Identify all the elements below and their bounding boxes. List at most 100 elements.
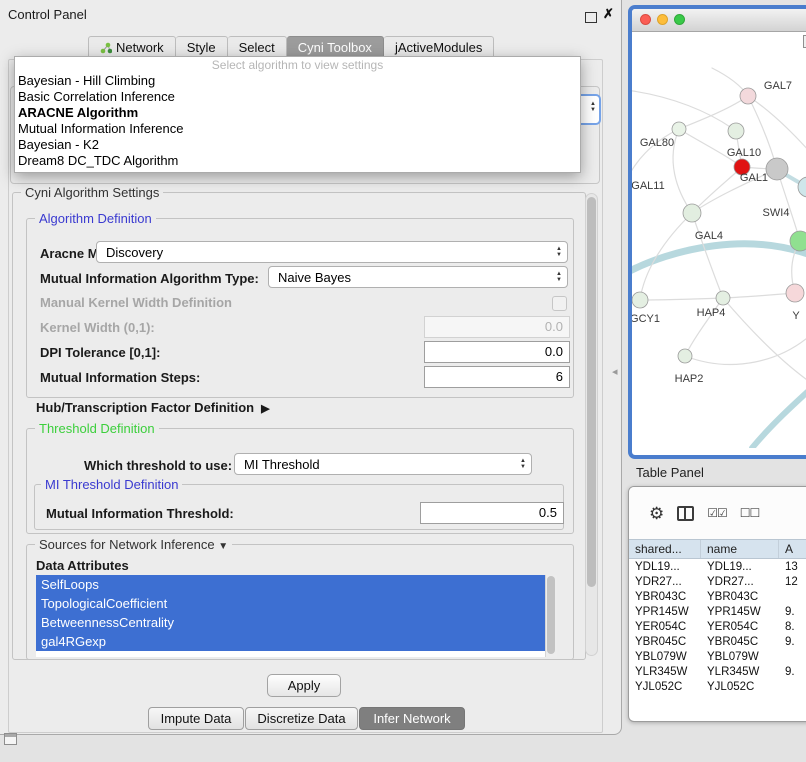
table-cell: YDR27... xyxy=(701,576,779,588)
table-body: YDL19...YDL19...13YDR27...YDR27...12YBR0… xyxy=(629,559,806,694)
sources-expander[interactable]: Sources for Network Inference ▼ xyxy=(35,537,232,552)
algorithm-option[interactable]: Basic Correlation Inference xyxy=(15,89,580,105)
data-attributes-label: Data Attributes xyxy=(36,558,129,573)
minimize-traffic-icon[interactable] xyxy=(657,14,668,25)
network-canvas[interactable]: GAL7GAL80GAL10GAL11GAL1SWI4GAL4GCY1HAP4Y… xyxy=(632,32,806,448)
aracne-mode-select[interactable]: Discovery ▲▼ xyxy=(96,241,568,263)
apply-button[interactable]: Apply xyxy=(267,674,341,697)
svg-text:GAL1: GAL1 xyxy=(740,172,768,184)
table-cell: YDL19... xyxy=(701,561,779,573)
scrollbar-thumb[interactable] xyxy=(547,576,555,654)
table-panel-window: ⚙ ☑☑ ☐☐ shared... name A YDL19...YDL19..… xyxy=(628,486,806,722)
deselect-boxes-icon[interactable]: ☐☐ xyxy=(740,506,760,520)
select-checks-icon[interactable]: ☑☑ xyxy=(707,506,727,520)
table-toolbar: ⚙ ☑☑ ☐☐ xyxy=(629,487,806,539)
table-header: shared... name A xyxy=(629,539,806,559)
table-cell: YLR345W xyxy=(701,666,779,678)
expand-down-icon: ▼ xyxy=(218,541,228,552)
bottom-tab-infer-network[interactable]: Infer Network xyxy=(359,707,465,730)
algorithm-option[interactable]: Mutual Information Inference xyxy=(15,121,580,137)
settings-group-title: Cyni Algorithm Settings xyxy=(21,185,163,200)
column-header[interactable]: shared... xyxy=(629,540,701,558)
bottom-tab-discretize-data[interactable]: Discretize Data xyxy=(245,707,358,730)
svg-text:HAP4: HAP4 xyxy=(697,307,726,319)
gear-icon[interactable]: ⚙ xyxy=(649,505,664,522)
svg-text:HAP2: HAP2 xyxy=(675,373,704,385)
kernel-width-field: 0.0 xyxy=(424,316,570,338)
mi-type-value: Naive Bayes xyxy=(278,270,351,285)
mi-steps-field[interactable]: 6 xyxy=(424,366,570,388)
table-cell: YBL079W xyxy=(701,651,779,663)
table-cell: YBR043C xyxy=(701,591,779,603)
mi-threshold-field[interactable]: 0.5 xyxy=(420,502,564,524)
data-attributes-list: SelfLoopsTopologicalCoefficientBetweenne… xyxy=(36,575,557,657)
attr-list-scrollbar[interactable] xyxy=(545,575,557,657)
network-icon xyxy=(100,42,112,54)
mi-threshold-label: Mutual Information Threshold: xyxy=(46,506,234,521)
combo-arrows-icon: ▲▼ xyxy=(556,246,562,258)
algorithm-dropdown-popup: Select algorithm to view settings Bayesi… xyxy=(14,56,581,173)
table-row[interactable]: YJL052CYJL052C xyxy=(629,679,806,694)
float-window-icon[interactable] xyxy=(585,12,597,23)
column-header[interactable]: A xyxy=(779,540,806,558)
table-row[interactable]: YER054CYER054C8. xyxy=(629,619,806,634)
scrollbar-thumb[interactable] xyxy=(587,197,596,587)
manual-kernel-label: Manual Kernel Width Definition xyxy=(40,295,232,310)
mi-type-select[interactable]: Naive Bayes ▲▼ xyxy=(268,266,568,288)
table-panel-title: Table Panel xyxy=(636,465,704,480)
table-row[interactable]: YDR27...YDR27...12 xyxy=(629,574,806,589)
sources-title: Sources for Network Inference xyxy=(39,537,215,552)
restore-panel-icon[interactable] xyxy=(4,733,17,745)
table-row[interactable]: YBL079WYBL079W xyxy=(629,649,806,664)
algorithm-option[interactable]: ARACNE Algorithm xyxy=(15,105,580,121)
table-cell: YBR043C xyxy=(629,591,701,603)
which-threshold-label: Which threshold to use: xyxy=(84,458,232,473)
close-traffic-icon[interactable] xyxy=(640,14,651,25)
settings-scrollbar[interactable] xyxy=(585,193,598,656)
table-row[interactable]: YBR043CYBR043C xyxy=(629,589,806,604)
which-threshold-value: MI Threshold xyxy=(244,457,320,472)
panel-splitter-handle[interactable]: ◂ xyxy=(612,365,618,378)
bottom-tab-impute-data[interactable]: Impute Data xyxy=(148,707,244,730)
table-cell: 9. xyxy=(779,636,806,648)
zoom-traffic-icon[interactable] xyxy=(674,14,685,25)
network-view-window: GAL7GAL80GAL10GAL11GAL1SWI4GAL4GCY1HAP4Y… xyxy=(628,5,806,459)
algorithm-definition-title: Algorithm Definition xyxy=(35,211,156,226)
column-header[interactable]: name xyxy=(701,540,779,558)
algorithm-option[interactable]: Bayesian - Hill Climbing xyxy=(15,73,580,89)
mi-type-label: Mutual Information Algorithm Type: xyxy=(40,271,259,286)
data-attribute-item[interactable]: gal4RGexp xyxy=(36,632,546,651)
combo-arrows-icon: ▲▼ xyxy=(556,271,562,283)
columns-icon[interactable] xyxy=(677,506,694,521)
dpi-tolerance-field[interactable]: 0.0 xyxy=(424,341,570,363)
algorithm-option[interactable]: Bayesian - K2 xyxy=(15,137,580,153)
close-icon[interactable]: ✗ xyxy=(603,6,614,22)
table-row[interactable]: YBR045CYBR045C9. xyxy=(629,634,806,649)
algorithm-list: Bayesian - Hill ClimbingBasic Correlatio… xyxy=(15,73,580,169)
table-cell: YJL052C xyxy=(629,681,701,693)
svg-text:GAL4: GAL4 xyxy=(695,230,723,242)
table-cell: YDL19... xyxy=(629,561,701,573)
network-graph-svg[interactable]: GAL7GAL80GAL10GAL11GAL1SWI4GAL4GCY1HAP4Y… xyxy=(632,32,806,448)
combo-arrows-icon: ▲▼ xyxy=(520,458,526,470)
network-window-titlebar[interactable] xyxy=(632,9,806,32)
manual-kernel-checkbox[interactable] xyxy=(552,296,567,311)
algorithm-placeholder: Select algorithm to view settings xyxy=(15,58,580,73)
kernel-width-label: Kernel Width (0,1): xyxy=(40,320,155,335)
mi-steps-label: Mutual Information Steps: xyxy=(40,370,200,385)
dpi-tolerance-label: DPI Tolerance [0,1]: xyxy=(40,345,160,360)
algorithm-option[interactable]: Dream8 DC_TDC Algorithm xyxy=(15,153,580,169)
table-cell: YER054C xyxy=(701,621,779,633)
data-attribute-item[interactable]: TopologicalCoefficient xyxy=(36,594,546,613)
hub-definition-expander[interactable]: Hub/Transcription Factor Definition▶ xyxy=(36,400,270,415)
table-row[interactable]: YLR345WYLR345W9. xyxy=(629,664,806,679)
which-threshold-select[interactable]: MI Threshold ▲▼ xyxy=(234,453,532,475)
data-attribute-item[interactable]: SelfLoops xyxy=(36,575,546,594)
table-row[interactable]: YPR145WYPR145W9. xyxy=(629,604,806,619)
svg-text:GAL7: GAL7 xyxy=(764,80,792,92)
data-attribute-item[interactable]: BetweennessCentrality xyxy=(36,613,546,632)
table-cell: YBR045C xyxy=(701,636,779,648)
threshold-definition-title: Threshold Definition xyxy=(35,421,159,436)
table-row[interactable]: YDL19...YDL19...13 xyxy=(629,559,806,574)
table-cell: YER054C xyxy=(629,621,701,633)
